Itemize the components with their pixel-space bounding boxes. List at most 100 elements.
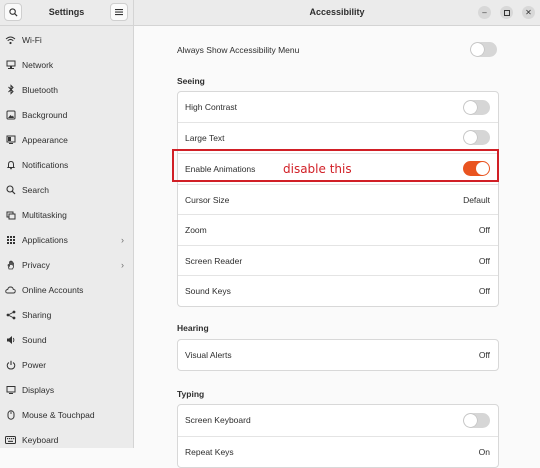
section-heading-seeing: Seeing <box>177 76 205 86</box>
close-button[interactable]: ✕ <box>522 6 535 19</box>
row-label: Zoom <box>185 225 207 235</box>
seeing-card: High Contrast Large Text Enable Animatio… <box>177 91 499 307</box>
switch-knob <box>464 131 477 144</box>
row-value: Off <box>478 256 490 266</box>
appearance-icon <box>5 134 16 145</box>
sidebar-item-mouse-touchpad[interactable]: Mouse & Touchpad <box>0 402 133 427</box>
row-high-contrast[interactable]: High Contrast <box>178 92 498 122</box>
always-show-menu-label: Always Show Accessibility Menu <box>177 45 300 55</box>
sidebar-item-label: Mouse & Touchpad <box>22 409 95 420</box>
high-contrast-switch[interactable] <box>463 100 490 115</box>
large-text-switch[interactable] <box>463 130 490 145</box>
section-heading-typing: Typing <box>177 389 205 399</box>
minimize-button[interactable]: – <box>478 6 491 19</box>
sidebar-item-label: Power <box>22 359 47 370</box>
grid-icon <box>5 234 16 245</box>
sidebar-item-multitasking[interactable]: Multitasking <box>0 202 133 227</box>
maximize-button[interactable] <box>500 6 513 19</box>
sidebar-item-label: Applications <box>22 234 68 245</box>
sidebar-item-label: Multitasking <box>22 209 67 220</box>
row-value: Off <box>478 225 490 235</box>
row-screen-reader[interactable]: Screen Reader Off <box>178 245 498 276</box>
sidebar-item-sound[interactable]: Sound <box>0 327 133 352</box>
screen-keyboard-switch[interactable] <box>463 413 490 428</box>
sidebar-item-label: Online Accounts <box>22 284 84 295</box>
sidebar-item-applications[interactable]: Applications › <box>0 227 133 252</box>
sidebar-item-label: Wi-Fi <box>22 34 42 45</box>
row-screen-keyboard[interactable]: Screen Keyboard <box>178 405 498 435</box>
network-icon <box>5 59 16 70</box>
bluetooth-icon <box>5 84 16 95</box>
sidebar-item-displays[interactable]: Displays <box>0 377 133 402</box>
sidebar-item-label: Background <box>22 109 68 120</box>
sidebar-item-appearance[interactable]: Appearance <box>0 127 133 152</box>
sidebar-item-label: Network <box>22 59 54 70</box>
sidebar-item-label: Privacy <box>22 259 50 270</box>
sidebar-item-label: Displays <box>22 384 55 395</box>
sidebar-item-label: Keyboard <box>22 434 59 445</box>
sidebar-item-power[interactable]: Power <box>0 352 133 377</box>
row-value: Default <box>463 195 490 205</box>
chevron-right-icon: › <box>121 234 124 245</box>
keyboard-icon <box>5 434 16 445</box>
row-label: Screen Keyboard <box>185 415 251 425</box>
sidebar-item-label: Search <box>22 184 49 195</box>
wifi-icon <box>5 34 16 45</box>
row-zoom[interactable]: Zoom Off <box>178 214 498 245</box>
background-icon <box>5 109 16 120</box>
sidebar-item-network[interactable]: Network <box>0 52 133 77</box>
power-icon <box>5 359 16 370</box>
sidebar-item-privacy[interactable]: Privacy › <box>0 252 133 277</box>
sidebar-item-label: Notifications <box>22 159 69 170</box>
row-label: Large Text <box>185 133 225 143</box>
sidebar-item-label: Sound <box>22 334 47 345</box>
sidebar-item-online-accounts[interactable]: Online Accounts <box>0 277 133 302</box>
sidebar-item-background[interactable]: Background <box>0 102 133 127</box>
sidebar-item-bluetooth[interactable]: Bluetooth <box>0 77 133 102</box>
search-icon <box>5 184 16 195</box>
sidebar: Settings Wi-Fi Network Bluetooth Backgro… <box>0 0 134 448</box>
switch-knob <box>471 43 484 56</box>
row-visual-alerts[interactable]: Visual Alerts Off <box>178 340 498 370</box>
sidebar-item-label: Sharing <box>22 309 52 320</box>
sidebar-item-search[interactable]: Search <box>0 177 133 202</box>
always-show-menu-switch[interactable] <box>470 42 497 57</box>
row-cursor-size[interactable]: Cursor Size Default <box>178 184 498 215</box>
row-label: Screen Reader <box>185 256 243 266</box>
multitasking-icon <box>5 209 16 220</box>
row-repeat-keys[interactable]: Repeat Keys On <box>178 436 498 467</box>
sidebar-header: Settings <box>0 0 133 26</box>
typing-card: Screen Keyboard Repeat Keys On <box>177 404 499 468</box>
speaker-icon <box>5 334 16 345</box>
main-panel: Accessibility – ✕ Always Show Accessibil… <box>134 0 540 468</box>
sidebar-item-keyboard[interactable]: Keyboard <box>0 427 133 448</box>
menu-button[interactable] <box>110 3 128 21</box>
row-sound-keys[interactable]: Sound Keys Off <box>178 275 498 306</box>
hand-icon <box>5 259 16 270</box>
hamburger-menu-icon <box>115 9 123 16</box>
close-icon: ✕ <box>525 7 532 17</box>
switch-knob <box>464 414 477 427</box>
titlebar: Accessibility – ✕ <box>134 0 540 26</box>
row-label: Visual Alerts <box>185 350 232 360</box>
row-value: Off <box>478 286 490 296</box>
sidebar-item-wifi[interactable]: Wi-Fi <box>0 27 133 52</box>
section-heading-hearing: Hearing <box>177 323 209 333</box>
row-value: Off <box>478 350 490 360</box>
sidebar-item-notifications[interactable]: Notifications <box>0 152 133 177</box>
minimize-icon: – <box>482 7 487 17</box>
sidebar-item-label: Appearance <box>22 134 68 145</box>
cloud-icon <box>5 284 16 295</box>
mouse-icon <box>5 409 16 420</box>
bell-icon <box>5 159 16 170</box>
switch-knob <box>464 101 477 114</box>
row-label: Sound Keys <box>185 286 231 296</box>
row-label: Repeat Keys <box>185 447 234 457</box>
row-label: High Contrast <box>185 102 237 112</box>
row-label: Cursor Size <box>185 195 230 205</box>
maximize-icon <box>503 9 510 16</box>
sidebar-item-sharing[interactable]: Sharing <box>0 302 133 327</box>
display-icon <box>5 384 16 395</box>
hearing-card: Visual Alerts Off <box>177 339 499 371</box>
share-icon <box>5 309 16 320</box>
